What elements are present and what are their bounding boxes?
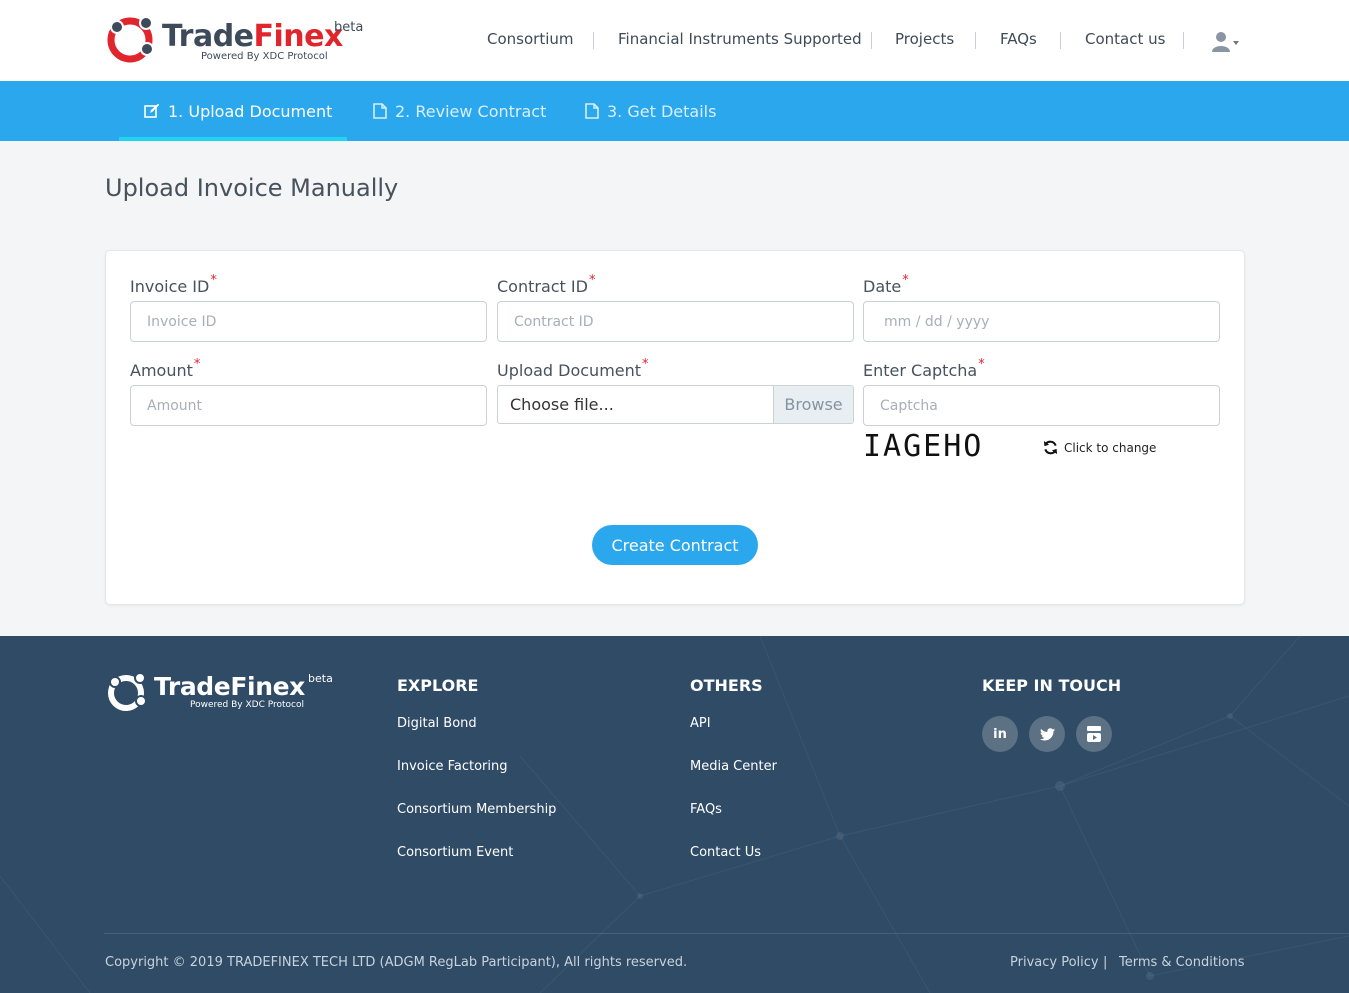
footer-link-contact-us[interactable]: Contact Us [690,845,761,860]
document-icon [585,103,599,119]
twitter-icon [1039,727,1055,740]
twitter-button[interactable] [1029,716,1065,752]
nav-contact-us[interactable]: Contact us [1085,30,1165,48]
logo-mark-icon [107,16,154,63]
upload-document-label: Upload Document* [497,357,649,380]
nav-divider [1060,32,1061,49]
nav-projects[interactable]: Projects [895,30,954,48]
user-dropdown-icon [1212,32,1239,52]
legal-separator: | [1103,955,1108,970]
keep-in-touch-heading: KEEP IN TOUCH [982,676,1122,695]
nav-consortium[interactable]: Consortium [487,30,573,48]
active-step-indicator [119,137,347,141]
logo-tagline: Powered By XDC Protocol [190,700,304,710]
terms-conditions-link[interactable]: Terms & Conditions [1119,955,1245,970]
others-heading: OTHERS [690,676,763,695]
footer-logo[interactable]: TradeFinex beta Powered By XDC Protocol [104,670,344,714]
nav-financial-instruments[interactable]: Financial Instruments Supported [618,30,862,48]
choose-file-text: Choose file... [510,395,614,414]
tradefinex-logo[interactable]: TradeFinex beta Powered By XDC Protocol [104,14,364,66]
invoice-id-input[interactable]: Invoice ID [130,301,487,342]
captcha-input[interactable]: Captcha [863,385,1220,426]
captcha-image: IAGEHO [863,429,984,464]
label-text: Invoice ID [130,277,210,296]
footer-link-api[interactable]: API [690,716,711,731]
step-upload-document[interactable]: 1. Upload Document [119,81,347,141]
site-header: TradeFinex beta Powered By XDC Protocol … [0,0,1349,81]
nav-divider [871,32,872,49]
refresh-captcha-label: Click to change [1064,440,1157,455]
label-text: Date [863,277,902,296]
step-label: 1. Upload Document [168,101,333,121]
progress-steps: 1. Upload Document 2. Review Contract 3.… [0,81,1349,141]
beta-badge: beta [334,20,364,35]
logo-mark-icon [108,672,147,711]
linkedin-icon: in [993,726,1007,742]
beta-badge: beta [308,672,333,685]
date-label: Date* [863,273,909,296]
footer-explore-column: EXPLORE Digital Bond Invoice Factoring C… [397,676,556,860]
footer-link-invoice-factoring[interactable]: Invoice Factoring [397,759,508,774]
page-title: Upload Invoice Manually [105,174,399,202]
logo-word-trade: Trade [162,19,254,54]
amount-input[interactable]: Amount [130,385,487,426]
logo-word-finex: Finex [230,672,305,701]
edit-icon [144,103,160,118]
required-mark: * [193,357,201,372]
logo-word-trade: Trade [154,672,231,701]
nav-divider [975,32,976,49]
refresh-captcha-button[interactable]: Click to change [1043,440,1156,455]
nav-divider [593,32,594,49]
site-footer: TradeFinex beta Powered By XDC Protocol … [0,636,1349,993]
file-upload-input[interactable]: Choose file... Browse [497,385,854,424]
step-get-details[interactable]: 3. Get Details [585,81,716,141]
document-icon [373,103,387,119]
footer-others-column: OTHERS API Media Center FAQs Contact Us [690,676,777,860]
create-contract-button[interactable]: Create Contract [592,525,758,565]
copyright-text: Copyright © 2019 TRADEFINEX TECH LTD (AD… [105,955,688,970]
label-text: Upload Document [497,361,642,380]
logo-wordmark: TradeFinex [162,20,343,54]
nav-divider [1183,32,1184,49]
footer-link-digital-bond[interactable]: Digital Bond [397,716,477,731]
footer-divider [104,933,1349,934]
refresh-icon [1043,440,1058,455]
required-mark: * [902,273,909,288]
label-text: Enter Captcha [863,361,978,380]
label-text: Contract ID [497,277,588,296]
browse-button[interactable]: Browse [773,386,853,423]
footer-link-consortium-membership[interactable]: Consortium Membership [397,802,556,817]
step-label: 2. Review Contract [395,101,547,121]
step-label: 3. Get Details [607,101,717,121]
contract-id-label: Contract ID* [497,273,595,296]
required-mark: * [588,273,596,288]
captcha-label: Enter Captcha* [863,357,985,380]
contract-id-input[interactable]: Contract ID [497,301,854,342]
label-text: Amount [130,361,193,380]
footer-logo-wordmark: TradeFinex [154,672,305,701]
youtube-button[interactable] [1076,716,1112,752]
footer-link-media-center[interactable]: Media Center [690,759,777,774]
invoice-id-label: Invoice ID* [130,273,217,296]
linkedin-button[interactable]: in [982,716,1018,752]
nav-faqs[interactable]: FAQs [1000,30,1037,48]
footer-link-faqs[interactable]: FAQs [690,802,722,817]
footer-link-consortium-event[interactable]: Consortium Event [397,845,513,860]
explore-heading: EXPLORE [397,676,479,695]
footer-keep-in-touch-column: KEEP IN TOUCH in [982,676,1242,806]
amount-label: Amount* [130,357,200,380]
required-mark: * [210,273,217,288]
required-mark: * [642,357,649,372]
youtube-icon [1087,726,1101,742]
user-menu-button[interactable] [1212,31,1242,53]
required-mark: * [978,357,985,372]
upload-invoice-form: Invoice ID* Invoice ID Contract ID* Cont… [105,250,1245,605]
privacy-policy-link[interactable]: Privacy Policy [1010,955,1099,970]
step-review-contract[interactable]: 2. Review Contract [373,81,546,141]
date-input[interactable]: mm / dd / yyyy [863,301,1220,342]
logo-tagline: Powered By XDC Protocol [201,51,328,62]
logo-word-finex: Finex [253,19,344,54]
